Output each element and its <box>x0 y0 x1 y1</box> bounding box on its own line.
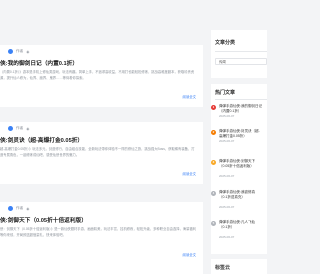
author-name[interactable]: 作者 <box>16 126 23 131</box>
eye-icon: ◉ <box>26 49 30 54</box>
divider <box>215 51 267 52</box>
read-more-link[interactable]: 阅读全文 <box>182 94 196 99</box>
author-name[interactable]: 作者 <box>16 49 23 54</box>
read-more-link[interactable]: 阅读全文 <box>182 252 196 257</box>
divider <box>215 99 267 100</box>
post-excerpt: 超-高爆打金0.05折）》玩法多元，剑道修行，自由组合技能，全新玩法带你体验不一… <box>0 147 195 157</box>
post-card-3: 作者 ◉ 侠:剑御天下（0.05折十倍返利版） 侠：剑御天下（0.05折十倍返利… <box>0 202 203 274</box>
post-meta: 作者 ◉ <box>8 206 29 211</box>
rank-badge: 2 <box>211 130 216 135</box>
post-title[interactable]: 侠:我的御剑日记（内置0.1折） <box>0 58 78 67</box>
post-excerpt: （内置0.1折）》游本是手机上修仙类游戏，玩法有趣。简单上手，不追求高收益，不用… <box>0 70 195 80</box>
hot-article-title[interactable]: 弹弹手游仙侠:剑御天下（0.05折十倍返利版） <box>219 159 263 168</box>
post-card-2: 作者 ◉ 侠:剑灵诀（超-高爆打金0.05折） 超-高爆打金0.05折）》玩法多… <box>0 122 203 184</box>
widget-title: 文章分类 <box>215 40 236 46</box>
rank-badge: 5 <box>211 221 216 226</box>
post-title[interactable]: 侠:剑灵诀（超-高爆打金0.05折） <box>0 135 83 144</box>
hot-article-date: 2025-06-07 <box>219 114 235 118</box>
hot-article-title[interactable]: 弹弹手游仙侠:我欲修真（0.1折送真充） <box>219 190 263 199</box>
hot-article-title[interactable]: 弹弹手游仙侠:凡人飞仙（0.1折） <box>219 220 263 229</box>
author-avatar-icon <box>8 49 13 54</box>
categories-widget: 文章分类 <box>211 30 267 78</box>
hot-article-title[interactable]: 弹弹手游仙侠:封灵诀（超-高爆打金0.05折） <box>219 129 263 138</box>
eye-icon: ◉ <box>26 206 30 211</box>
widget-title: 标签云 <box>215 265 231 271</box>
widget-title: 热门文章 <box>215 90 236 96</box>
category-select[interactable]: 传闻 <box>215 58 267 65</box>
category-selected-value: 传闻 <box>219 60 226 64</box>
hot-article-date: 2025-06-07 <box>219 205 235 209</box>
author-avatar-icon <box>8 206 13 211</box>
read-more-link[interactable]: 阅读全文 <box>182 171 196 176</box>
author-name[interactable]: 作者 <box>16 206 23 211</box>
hot-article-date: 2025-06-07 <box>219 139 235 143</box>
post-meta: 作者 ◉ <box>8 49 29 54</box>
hot-article-date: 2025-06-07 <box>219 235 235 239</box>
post-title[interactable]: 侠:剑御天下（0.05折十倍返利版） <box>0 215 87 224</box>
rank-badge: 3 <box>211 160 216 165</box>
rank-badge: 1 <box>211 105 216 110</box>
eye-icon: ◉ <box>26 126 30 131</box>
post-excerpt: 侠：剑御天下（0.05折十倍返利版）》是一款仙侠题材手游，画面精美，玩法丰富，挂… <box>0 227 196 237</box>
post-card-1: 作者 ◉ 侠:我的御剑日记（内置0.1折） （内置0.1折）》游本是手机上修仙类… <box>0 45 203 107</box>
hot-article-title[interactable]: 弹弹手游仙侠:我的御剑日记（内置0.1折） <box>219 104 263 113</box>
post-meta: 作者 ◉ <box>8 126 29 131</box>
author-avatar-icon <box>8 126 13 131</box>
hot-article-date: 2025-06-07 <box>219 174 235 178</box>
rank-badge: 4 <box>211 191 216 196</box>
